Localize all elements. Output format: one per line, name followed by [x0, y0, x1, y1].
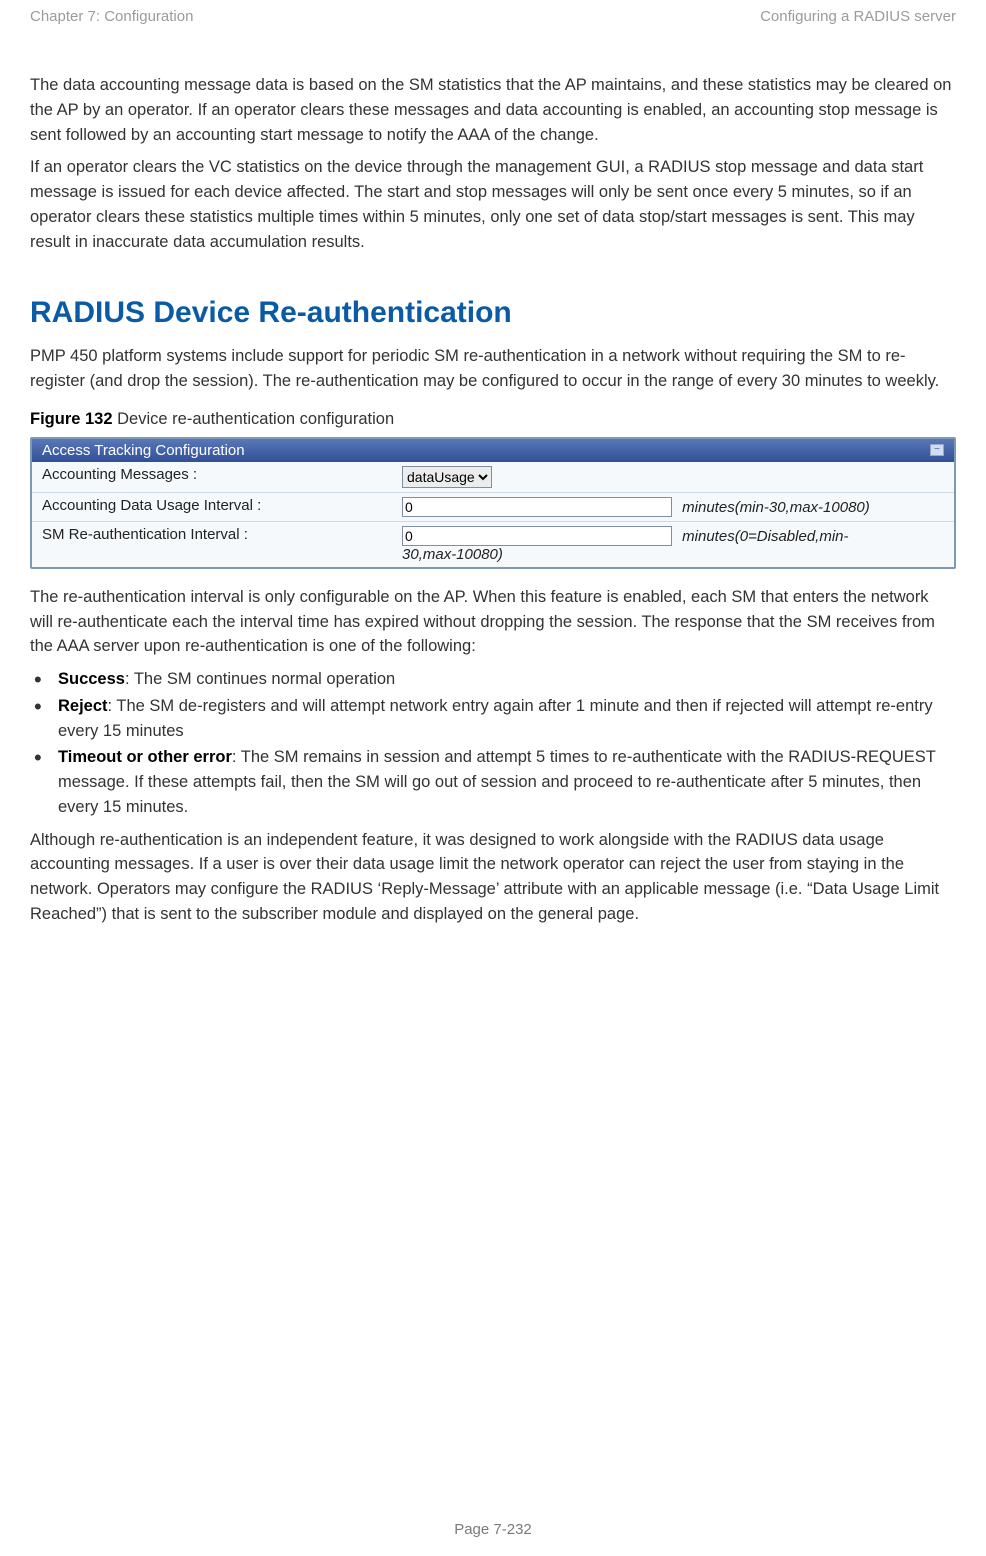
- panel-header: Access Tracking Configuration −: [32, 439, 954, 462]
- paragraph-reply-message: Although re-authentication is an indepen…: [30, 828, 956, 927]
- panel-table: Accounting Messages : dataUsage Accounti…: [32, 462, 954, 567]
- hint-reauth-interval-a: minutes(0=Disabled,min-: [676, 528, 848, 545]
- paragraph-data-accounting: The data accounting message data is base…: [30, 73, 956, 147]
- select-accounting-messages[interactable]: dataUsage: [402, 466, 492, 488]
- hint-reauth-interval-b: 30,max-10080): [402, 546, 503, 563]
- label-data-usage-interval: Accounting Data Usage Interval :: [32, 492, 392, 521]
- paragraph-reauth-interval: The re-authentication interval is only c…: [30, 585, 956, 659]
- header-right: Configuring a RADIUS server: [760, 8, 956, 25]
- access-tracking-config-panel: Access Tracking Configuration − Accounti…: [30, 437, 956, 569]
- page-header: Chapter 7: Configuration Configuring a R…: [30, 0, 956, 73]
- hint-data-usage-interval: minutes(min-30,max-10080): [676, 499, 870, 516]
- response-list: Success: The SM continues normal operati…: [30, 667, 956, 820]
- text-success: : The SM continues normal operation: [125, 670, 395, 688]
- row-reauth-interval: SM Re-authentication Interval : minutes(…: [32, 521, 954, 567]
- strong-timeout: Timeout or other error: [58, 748, 232, 766]
- strong-success: Success: [58, 670, 125, 688]
- row-data-usage-interval: Accounting Data Usage Interval : minutes…: [32, 492, 954, 521]
- section-heading-radius-reauth: RADIUS Device Re-authentication: [30, 296, 956, 330]
- list-item-reject: Reject: The SM de-registers and will att…: [30, 694, 956, 744]
- figure-label: Figure 132: [30, 410, 113, 428]
- list-item-success: Success: The SM continues normal operati…: [30, 667, 956, 692]
- paragraph-pmp450: PMP 450 platform systems include support…: [30, 344, 956, 394]
- header-left: Chapter 7: Configuration: [30, 8, 193, 25]
- paragraph-vc-statistics: If an operator clears the VC statistics …: [30, 155, 956, 254]
- page-footer: Page 7-232: [0, 1521, 986, 1538]
- figure-caption-text: Device re-authentication configuration: [113, 410, 395, 428]
- row-accounting-messages: Accounting Messages : dataUsage: [32, 462, 954, 493]
- label-accounting-messages: Accounting Messages :: [32, 462, 392, 493]
- figure-caption: Figure 132 Device re-authentication conf…: [30, 410, 956, 429]
- list-item-timeout: Timeout or other error: The SM remains i…: [30, 745, 956, 819]
- strong-reject: Reject: [58, 697, 108, 715]
- input-data-usage-interval[interactable]: [402, 497, 672, 517]
- label-reauth-interval: SM Re-authentication Interval :: [32, 521, 392, 567]
- panel-title: Access Tracking Configuration: [42, 442, 245, 459]
- collapse-icon[interactable]: −: [930, 444, 944, 456]
- text-reject: : The SM de-registers and will attempt n…: [58, 697, 933, 740]
- input-reauth-interval[interactable]: [402, 526, 672, 546]
